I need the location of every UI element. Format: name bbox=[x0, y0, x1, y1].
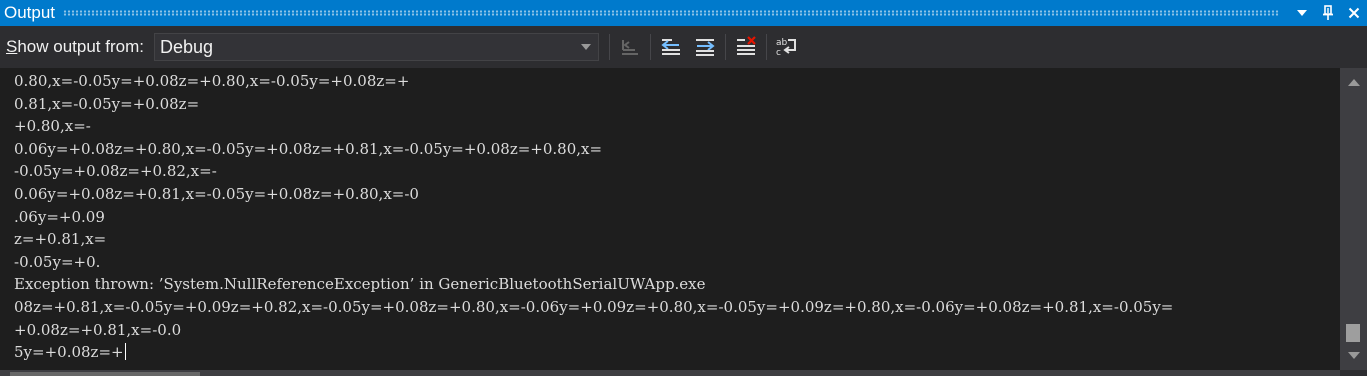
dropdown-arrow-icon[interactable] bbox=[574, 34, 598, 60]
show-output-from-accesskey: S bbox=[6, 37, 18, 56]
output-line: 5y=+0.08z=+ bbox=[14, 341, 1173, 364]
toolbar-separator bbox=[724, 34, 726, 60]
go-to-next-message-icon bbox=[695, 39, 715, 56]
go-to-next-message-button[interactable] bbox=[691, 33, 719, 61]
toolbar-separator bbox=[608, 34, 610, 60]
output-line: 08z=+0.81,x=-0.05y=+0.09z=+0.82,x=-0.05y… bbox=[14, 296, 1173, 319]
close-icon bbox=[1348, 7, 1360, 19]
svg-text:c: c bbox=[776, 48, 781, 58]
show-output-from-text: how output from: bbox=[17, 37, 144, 56]
output-text-pane[interactable]: 0.80,x=-0.05y=+0.08z=+0.80,x=-0.05y=+0.0… bbox=[0, 68, 1340, 370]
output-toolbar: Show output from: Debug ab c bbox=[0, 26, 1367, 68]
output-line-text: z=+0.81,x= bbox=[14, 230, 107, 249]
output-line: -0.05y=+0. bbox=[14, 251, 1173, 274]
output-line-text: Exception thrown: ’System.NullReferenceE… bbox=[14, 275, 706, 294]
horizontal-scrollbar[interactable] bbox=[0, 370, 1340, 376]
window-title: Output bbox=[4, 3, 56, 22]
vertical-scrollbar[interactable] bbox=[1340, 68, 1367, 370]
output-line-text: +0.80,x=- bbox=[14, 117, 91, 136]
clear-all-button[interactable] bbox=[732, 33, 760, 61]
toggle-word-wrap-icon: ab c bbox=[776, 38, 796, 58]
output-line: -0.05y=+0.08z=+0.82,x=- bbox=[14, 160, 1173, 183]
close-button[interactable] bbox=[1341, 0, 1367, 26]
output-line-text: .06y=+0.09 bbox=[14, 207, 105, 226]
clear-all-icon bbox=[736, 36, 756, 55]
output-line-text: 0.06y=+0.08z=+0.81,x=-0.05y=+0.08z=+0.80… bbox=[14, 184, 419, 203]
output-source-dropdown[interactable]: Debug bbox=[153, 33, 599, 61]
go-to-previous-message-icon bbox=[661, 39, 680, 55]
toolbar-separator bbox=[649, 34, 651, 60]
output-line: Exception thrown: ’System.NullReferenceE… bbox=[14, 273, 1173, 296]
output-line: 0.06y=+0.08z=+0.80,x=-0.05y=+0.08z=+0.81… bbox=[14, 138, 1173, 161]
find-message-in-code-icon bbox=[621, 40, 638, 55]
text-caret bbox=[124, 343, 126, 361]
chevron-down-icon bbox=[1297, 10, 1307, 16]
output-line: 0.80,x=-0.05y=+0.08z=+0.80,x=-0.05y=+0.0… bbox=[14, 70, 1173, 93]
show-output-from-label: Show output from: bbox=[0, 37, 154, 57]
output-line: +0.08z=+0.81,x=-0.0 bbox=[14, 319, 1173, 342]
toggle-word-wrap-button[interactable]: ab c bbox=[773, 33, 801, 61]
output-line: 0.81,x=-0.05y=+0.08z= bbox=[14, 93, 1173, 116]
output-line: 0.06y=+0.08z=+0.81,x=-0.05y=+0.08z=+0.80… bbox=[14, 183, 1173, 206]
auto-hide-pin-button[interactable] bbox=[1315, 0, 1341, 26]
output-source-value: Debug bbox=[159, 36, 214, 57]
output-line: +0.80,x=- bbox=[14, 115, 1173, 138]
output-line: z=+0.81,x= bbox=[14, 228, 1173, 251]
vertical-scroll-thumb[interactable] bbox=[1346, 324, 1360, 342]
scroll-up-button[interactable] bbox=[1340, 74, 1367, 90]
toolbar-separator bbox=[765, 34, 767, 60]
svg-text:ab: ab bbox=[776, 38, 788, 48]
find-message-in-code-button[interactable] bbox=[616, 33, 644, 61]
drag-grip[interactable] bbox=[63, 10, 1279, 16]
output-line-text: 5y=+0.08z=+ bbox=[14, 343, 124, 362]
output-line-text: +0.08z=+0.81,x=-0.0 bbox=[14, 320, 182, 339]
output-window: Output Show output from: Debug ab c 0.80… bbox=[0, 0, 1367, 376]
chevron-down-icon bbox=[1347, 352, 1360, 359]
title-bar[interactable]: Output bbox=[0, 0, 1367, 26]
scrollbar-corner bbox=[1340, 370, 1367, 376]
output-lines: 0.80,x=-0.05y=+0.08z=+0.80,x=-0.05y=+0.0… bbox=[14, 70, 1173, 364]
output-line-text: 0.06y=+0.08z=+0.80,x=-0.05y=+0.08z=+0.81… bbox=[14, 139, 603, 158]
output-line-text: 0.80,x=-0.05y=+0.08z=+0.80,x=-0.05y=+0.0… bbox=[14, 72, 410, 90]
chevron-up-icon bbox=[1347, 79, 1360, 86]
output-line-text: -0.05y=+0.08z=+0.82,x=- bbox=[14, 162, 217, 181]
window-position-dropdown-button[interactable] bbox=[1289, 0, 1315, 26]
pin-icon bbox=[1323, 5, 1333, 20]
horizontal-scroll-thumb[interactable] bbox=[10, 372, 200, 376]
output-line: .06y=+0.09 bbox=[14, 206, 1173, 229]
output-line-text: -0.05y=+0. bbox=[14, 252, 101, 271]
go-to-previous-message-button[interactable] bbox=[657, 33, 685, 61]
output-line-text: 0.81,x=-0.05y=+0.08z= bbox=[14, 94, 200, 113]
scroll-down-button[interactable] bbox=[1340, 348, 1367, 364]
output-line-text: 08z=+0.81,x=-0.05y=+0.09z=+0.82,x=-0.05y… bbox=[14, 297, 1174, 316]
